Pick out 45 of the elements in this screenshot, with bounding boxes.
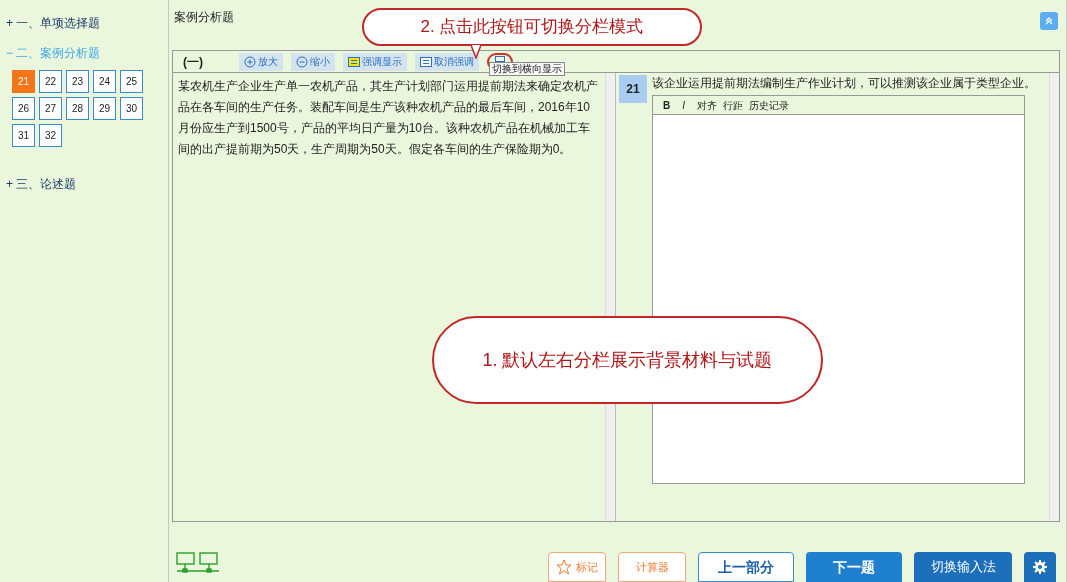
collapse-button[interactable] <box>1040 12 1058 30</box>
star-icon <box>556 559 572 575</box>
question-number-button[interactable]: 22 <box>39 70 62 93</box>
double-chevron-up-icon <box>1045 17 1053 25</box>
next-button[interactable]: 下一题 <box>806 552 902 582</box>
toolbar-button[interactable]: 缩小 <box>291 52 335 71</box>
zoom-in-icon <box>244 55 256 68</box>
question-number-button[interactable]: 31 <box>12 124 35 147</box>
input-method-button[interactable]: 切换输入法 <box>914 552 1012 582</box>
question-number-button[interactable]: 27 <box>39 97 62 120</box>
question-number-button[interactable]: 23 <box>66 70 89 93</box>
editor-tool[interactable]: I <box>682 97 685 113</box>
question-text: 该企业运用提前期法编制生产作业计划，可以推测该企业属于类型企业。 <box>652 75 1037 91</box>
pointer-tooltip <box>470 45 482 59</box>
toolbar-button[interactable]: 取消强调 <box>415 52 479 71</box>
network-icon <box>176 552 220 574</box>
editor-tool[interactable]: 历史记录 <box>749 97 789 113</box>
background-material: 某农机生产企业生产单一农机产品，其生产计划部门运用提前期法来确定农机产品在各车间的生产任务。装配车间是生产该种农机产品的最后车间，2016年10月份应生产到1500号，产品的平均日产量为10台。该种农机产品在机械加工车间的出产提前期为50天，生产周期为50天。假定各车间的生产保险期为0。 <box>177 78 599 158</box>
settings-icon <box>1032 559 1048 575</box>
section-toggle[interactable]: + 三、论述题 <box>6 171 168 197</box>
question-number-button[interactable]: 26 <box>12 97 35 120</box>
question-number: 21 <box>619 75 647 103</box>
question-number-button[interactable]: 24 <box>93 70 116 93</box>
lines-icon <box>420 55 432 68</box>
zoom-out-icon <box>296 55 308 68</box>
callout-tooltip: 2. 点击此按钮可切换分栏模式 <box>362 8 702 46</box>
section-title: 案例分析题 <box>174 9 234 26</box>
settings-button[interactable] <box>1024 552 1056 582</box>
part-label: (一) <box>183 53 204 71</box>
previous-button[interactable]: 上一部分 <box>698 552 794 582</box>
editor-tool[interactable]: 对齐 <box>697 97 717 113</box>
section-toggle[interactable]: + 一、单项选择题 <box>6 10 168 36</box>
toolbar-button[interactable]: 放大 <box>239 52 283 71</box>
question-number-button[interactable]: 30 <box>120 97 143 120</box>
highlight-icon <box>348 55 360 68</box>
callout-tooltip: 1. 默认左右分栏展示背景材料与试题 <box>432 316 823 404</box>
question-number-button[interactable]: 25 <box>120 70 143 93</box>
tooltip: 切换到横向显示 <box>489 62 565 76</box>
question-number-button[interactable]: 28 <box>66 97 89 120</box>
question-number-button[interactable]: 32 <box>39 124 62 147</box>
editor-tool[interactable]: B <box>663 97 671 113</box>
question-number-button[interactable]: 29 <box>93 97 116 120</box>
editor-tool[interactable]: 行距 <box>723 97 743 113</box>
toolbar-button[interactable]: 强调显示 <box>343 52 407 71</box>
scrollbar[interactable] <box>1049 73 1059 521</box>
